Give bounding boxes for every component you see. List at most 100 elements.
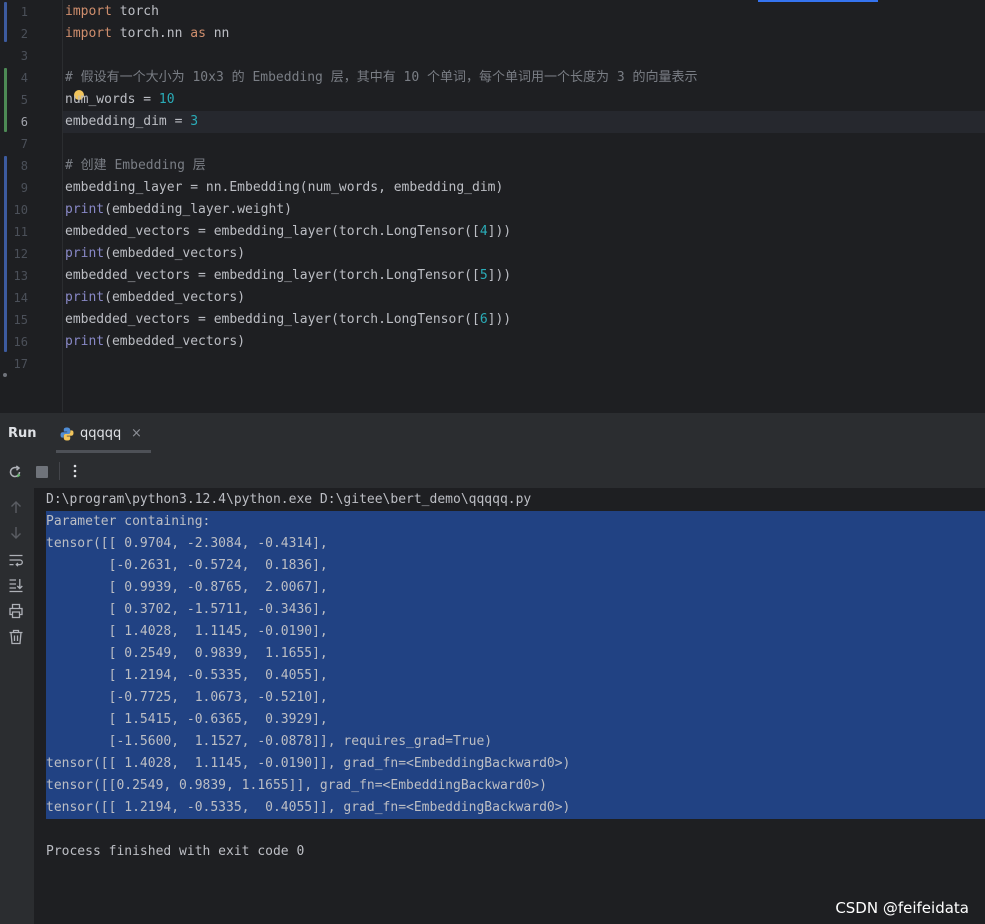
code-line[interactable]: embedded_vectors = embedding_layer(torch… [65, 221, 511, 243]
console-line: Process finished with exit code 0 [46, 844, 305, 859]
code-token: 6 [479, 312, 488, 327]
console-sidebar [0, 488, 34, 924]
code-token: as [190, 26, 206, 41]
code-token: torch [111, 4, 159, 19]
console-line: [-1.5600, 1.1527, -0.0878]], requires_gr… [46, 734, 493, 749]
console-line: [ 0.2549, 0.9839, 1.1655], [46, 646, 328, 661]
editor-tab-indicator [758, 0, 878, 2]
line-number: 8 [20, 159, 28, 173]
console-line: [ 0.9939, -0.8765, 2.0067], [46, 580, 328, 595]
scroll-to-end-icon[interactable] [8, 577, 24, 593]
code-token: print [65, 290, 105, 305]
arrow-up-icon[interactable] [8, 499, 24, 515]
console-line: D:\program\python3.12.4\python.exe D:\gi… [46, 492, 532, 507]
current-line-highlight [63, 111, 985, 133]
line-number: 6 [20, 115, 28, 129]
print-icon[interactable] [8, 603, 24, 619]
run-tool-title[interactable]: Run [8, 413, 37, 455]
code-token: nn [205, 26, 230, 41]
code-token: (embedded_vectors) [104, 246, 246, 261]
trash-icon[interactable] [8, 629, 24, 645]
active-tab-underline [56, 450, 151, 453]
soft-wrap-icon[interactable] [8, 552, 24, 568]
console-line: tensor([[0.2549, 0.9839, 1.1655]], grad_… [46, 778, 547, 793]
line-number: 10 [13, 203, 28, 217]
code-line[interactable]: print(embedded_vectors) [65, 287, 245, 309]
line-number: 7 [20, 137, 28, 151]
code-line[interactable]: import torch.nn as nn [65, 23, 229, 45]
code-token: print [65, 202, 105, 217]
code-token: 4 [479, 224, 488, 239]
code-token: embedded_vectors = embedding_layer(torch… [65, 224, 480, 239]
console-line: [ 1.2194, -0.5335, 0.4055], [46, 668, 328, 683]
code-line[interactable]: print(embedded_vectors) [65, 243, 245, 265]
line-number: 16 [13, 335, 28, 349]
code-editor[interactable]: 1 2 3 4 5 6 7 8 9 10 11 12 13 14 15 16 17 import torch im… [0, 0, 985, 412]
code-token: ])) [487, 224, 512, 239]
code-token: # 假设有一个大小为 10x3 的 Embedding 层，其中有 10 个单词… [65, 70, 698, 85]
code-token: (embedding_layer.weight) [104, 202, 292, 217]
run-tab-label: qqqqq [80, 426, 122, 441]
run-toolbar [0, 454, 985, 489]
line-number: 12 [13, 247, 28, 261]
line-number: 13 [13, 269, 28, 283]
console-line: [ 1.5415, -0.6365, 0.3929], [46, 712, 328, 727]
console-line: tensor([[ 0.9704, -2.3084, -0.4314], [46, 536, 328, 551]
rerun-icon[interactable] [7, 464, 23, 480]
code-line[interactable]: import torch [65, 1, 159, 23]
code-token: (embedded_vectors) [104, 290, 246, 305]
code-token: embedded_vectors = embedding_layer(torch… [65, 268, 480, 283]
close-tab-icon[interactable]: × [131, 413, 142, 455]
code-line[interactable]: embedded_vectors = embedding_layer(torch… [65, 309, 511, 331]
code-token: 5 [479, 268, 488, 283]
line-number: 1 [20, 5, 28, 19]
code-token: (embedded_vectors) [104, 334, 246, 349]
console-line: tensor([[ 1.2194, -0.5335, 0.4055]], gra… [46, 800, 571, 815]
toolbar-separator [59, 462, 60, 480]
code-token: embedding_dim = [65, 114, 191, 129]
code-token: ])) [487, 268, 512, 283]
console-line: [ 1.4028, 1.1145, -0.0190], [46, 624, 328, 639]
code-token: num_words = [65, 92, 159, 107]
code-line[interactable]: num_words = 10 [65, 89, 175, 111]
run-tab-qqqqq[interactable]: qqqqq × [56, 413, 151, 455]
code-line[interactable]: # 假设有一个大小为 10x3 的 Embedding 层，其中有 10 个单词… [65, 67, 698, 89]
code-token: print [65, 334, 105, 349]
console-line: tensor([[ 1.4028, 1.1145, -0.0190]], gra… [46, 756, 571, 771]
code-token: # 创建 Embedding 层 [65, 158, 206, 173]
line-number: 5 [20, 93, 28, 107]
python-icon [60, 427, 74, 441]
code-line[interactable]: print(embedded_vectors) [65, 331, 245, 353]
watermark: CSDN @feifeidata [835, 899, 969, 917]
line-number: 14 [13, 291, 28, 305]
code-token: torch.nn [111, 26, 191, 41]
code-token: embedding_layer = nn.Embedding(num_words… [65, 180, 504, 195]
line-number-gutter[interactable]: 1 2 3 4 5 6 7 8 9 10 11 12 13 14 15 16 17 [0, 0, 63, 412]
code-token: embedded_vectors = embedding_layer(torch… [65, 312, 480, 327]
console-output[interactable]: D:\program\python3.12.4\python.exe D:\gi… [34, 488, 985, 924]
console-line: [-0.7725, 1.0673, -0.5210], [46, 690, 328, 705]
more-vertical-icon[interactable] [67, 463, 83, 479]
line-number: 17 [13, 357, 28, 371]
console-line: [-0.2631, -0.5724, 0.1836], [46, 558, 328, 573]
code-token: import [65, 4, 112, 19]
code-line[interactable]: embedding_layer = nn.Embedding(num_words… [65, 177, 503, 199]
line-number: 9 [20, 181, 28, 195]
stop-icon[interactable] [35, 465, 49, 479]
code-line[interactable]: embedded_vectors = embedding_layer(torch… [65, 265, 511, 287]
console-line: Parameter containing: [46, 514, 211, 529]
code-token: print [65, 246, 105, 261]
tool-window-header: Run qqqqq × [0, 412, 985, 455]
line-number: 4 [20, 71, 28, 85]
code-line[interactable]: print(embedding_layer.weight) [65, 199, 292, 221]
line-number: 15 [13, 313, 28, 327]
code-token: ])) [487, 312, 512, 327]
arrow-down-icon[interactable] [8, 525, 24, 541]
code-token: 3 [190, 114, 199, 129]
code-token: import [65, 26, 112, 41]
line-number: 11 [13, 225, 28, 239]
code-line[interactable]: # 创建 Embedding 层 [65, 155, 206, 177]
line-number: 3 [20, 49, 28, 63]
code-line[interactable]: embedding_dim = 3 [65, 111, 198, 133]
line-number: 2 [20, 27, 28, 41]
